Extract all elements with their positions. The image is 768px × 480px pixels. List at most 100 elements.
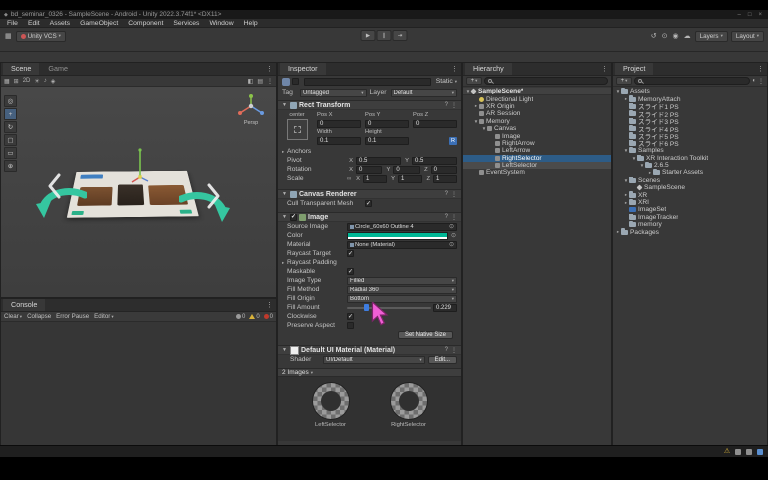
object-picker-icon[interactable]: ⊙ [448,241,455,248]
play-button[interactable]: ▶ [361,30,376,41]
console-log-area[interactable] [1,322,276,454]
project-item-memory[interactable]: memory [613,221,767,228]
component-enabled-checkbox[interactable]: ✓ [290,214,297,221]
persp-label[interactable]: Persp [234,120,268,126]
project-item-1-ps[interactable]: スライド1 PS [613,103,767,110]
project-item-2.6.5[interactable]: ▼2.6.5 [613,162,767,169]
hierarchy-search-input[interactable] [484,77,608,85]
close-button[interactable]: × [756,12,764,18]
color-swatch[interactable] [347,232,448,240]
status-log-icon[interactable] [746,449,752,455]
rotation-z-field[interactable]: 0 [431,166,457,174]
project-item-memoryattach[interactable]: ▸MemoryAttach [613,95,767,102]
console-info-badge[interactable]: 0 [236,314,245,320]
project-menu-icon[interactable]: ⋮ [758,78,764,85]
help-icon[interactable]: ? [445,191,448,198]
lighting-toggle-icon[interactable]: ☀ [34,78,39,85]
project-item-imageset[interactable]: ImageSet [613,206,767,213]
menu-window[interactable]: Window [204,20,238,27]
preserve-aspect-checkbox[interactable] [347,322,354,329]
eyedropper-icon[interactable]: ⊙ [450,232,457,239]
transform-tool[interactable]: ⊕ [4,160,17,172]
layout-dropdown[interactable]: Layout ▾ [731,31,764,42]
grid-layout-icon[interactable]: ▦ [4,32,13,40]
maximize-button[interactable]: □ [746,12,754,18]
hierarchy-item-rightselector[interactable]: RightSelector [463,155,611,162]
account-icon[interactable]: ◉ [672,32,680,40]
hierarchy-item-memory[interactable]: ▼Memory [463,118,611,125]
menu-file[interactable]: File [2,20,23,27]
hierarchy-item-leftarrow[interactable]: LeftArrow [463,147,611,154]
hierarchy-item-eventsystem[interactable]: EventSystem [463,169,611,176]
pos-x-field[interactable]: 0 [317,120,361,128]
material-header[interactable]: ▼ Default UI Material (Material) ? ⋮ [278,345,461,355]
width-field[interactable]: 0.1 [317,137,361,145]
rotation-x-field[interactable]: 0 [356,166,382,174]
pos-y-field[interactable]: 0 [365,120,409,128]
project-item-scenes[interactable]: ▼Scenes [613,177,767,184]
minimize-button[interactable]: – [736,12,743,18]
hierarchy-item-directional-light[interactable]: Directional Light [463,95,611,102]
project-item-xri[interactable]: ▸XRI [613,199,767,206]
object-name-field[interactable] [304,78,431,86]
kebab-menu-icon[interactable]: ⋮ [263,65,276,75]
orientation-gizmo[interactable]: Persp [234,93,268,126]
tab-scene[interactable]: Scene [3,62,39,75]
snap-icon[interactable]: ⊞ [14,78,19,85]
clear-button[interactable]: Clear▾ [4,313,22,320]
scale-z-field[interactable]: 1 [433,175,457,183]
rect-transform-header[interactable]: ▼ Rect Transform ? ⋮ [278,100,461,110]
unity-vcs-button[interactable]: Unity VCS ▾ [16,31,66,42]
fill-origin-dropdown[interactable]: Bottom▾ [347,295,457,303]
kebab-menu-icon[interactable]: ⋮ [263,301,276,311]
image-component-header[interactable]: ▼ ✓ Image ? ⋮ [278,212,461,222]
kebab-menu-icon[interactable]: ⋮ [451,214,457,221]
rect-tool[interactable]: ▭ [4,147,17,159]
step-button[interactable]: ⇥ [393,30,408,41]
tag-dropdown[interactable]: Untagged ▾ [300,89,367,97]
foldout-icon[interactable]: ▼ [282,102,288,108]
2d-toggle[interactable]: 2D [23,78,31,84]
scale-x-field[interactable]: 1 [363,175,387,183]
static-dropdown-icon[interactable]: ▾ [455,79,457,85]
project-item-4-ps[interactable]: スライド4 PS [613,125,767,132]
help-icon[interactable]: ? [445,347,448,354]
collapse-button[interactable]: Collapse [27,313,51,320]
menu-services[interactable]: Services [168,20,204,27]
fill-amount-slider[interactable] [347,304,431,312]
pivot-y-field[interactable]: 0.5 [412,157,457,165]
image-type-dropdown[interactable]: Filled▾ [347,277,457,285]
create-menu-button[interactable]: +▾ [616,77,632,85]
menu-assets[interactable]: Assets [45,20,75,27]
scale-tool[interactable]: ▢ [4,134,17,146]
create-menu-button[interactable]: +▾ [466,77,482,85]
move-gizmo[interactable] [129,147,151,187]
object-picker-icon[interactable]: ⊙ [448,223,455,230]
kebab-menu-icon[interactable]: ⋮ [754,65,767,75]
hierarchy-item-xr-origin[interactable]: ▸XR Origin [463,103,611,110]
cull-transparent-mesh-checkbox[interactable]: ✓ [365,200,372,207]
menu-gameobject[interactable]: GameObject [75,20,123,27]
raw-edit-toggle[interactable]: R [449,137,457,145]
help-icon[interactable]: ? [445,214,448,221]
audio-toggle-icon[interactable]: ♪ [44,78,47,84]
fill-amount-value-field[interactable]: 0.229 [433,304,457,312]
kebab-menu-icon[interactable]: ⋮ [451,191,457,198]
hierarchy-item-ar-session[interactable]: AR Session [463,110,611,117]
foldout-icon[interactable]: ▼ [282,191,288,197]
status-cloud-icon[interactable] [757,449,763,455]
foldout-icon[interactable]: ▼ [282,214,288,220]
menu-edit[interactable]: Edit [23,20,45,27]
project-search-input[interactable] [634,77,750,85]
preview-header[interactable]: 2 Images ▾ [278,368,461,377]
fill-method-dropdown[interactable]: Radial 360▾ [347,286,457,294]
maskable-checkbox[interactable]: ✓ [347,268,354,275]
active-checkbox[interactable] [292,78,299,85]
tab-game[interactable]: Game [40,62,76,75]
kebab-menu-icon[interactable]: ⋮ [451,102,457,109]
console-error-badge[interactable]: 0 [264,314,273,320]
grid-icon[interactable]: ▦ [4,78,10,85]
menu-help[interactable]: Help [239,20,263,27]
view-tool[interactable]: ◎ [4,95,17,107]
tab-console[interactable]: Console [3,298,45,311]
